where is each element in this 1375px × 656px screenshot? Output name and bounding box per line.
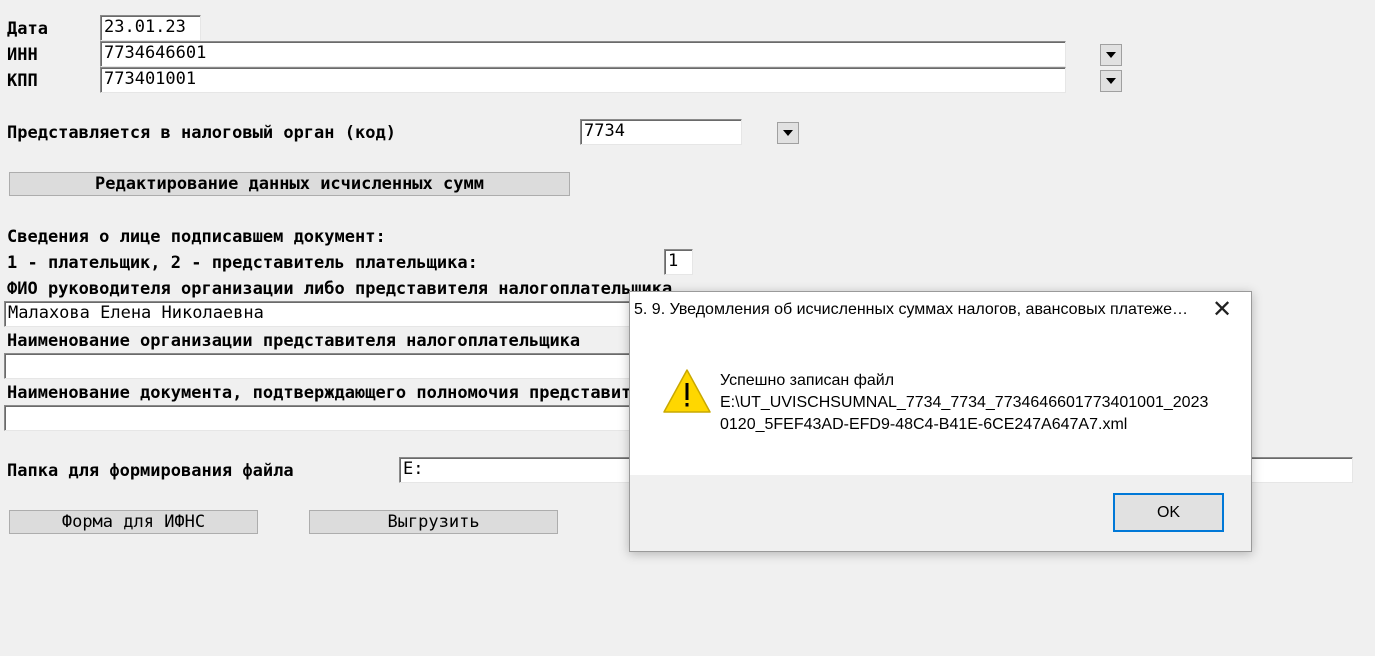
signer-type-input[interactable]: 1	[664, 249, 693, 275]
date-input[interactable]: 23.01.23	[100, 15, 201, 41]
signer-type-label: 1 - плательщик, 2 - представитель плател…	[7, 253, 478, 273]
kpp-label: КПП	[7, 71, 38, 91]
dialog-message: Успешно записан файл E:\UT_UVISCHSUMNAL_…	[720, 370, 1220, 436]
export-button[interactable]: Выгрузить	[309, 510, 558, 534]
dialog-message-line: E:\UT_UVISCHSUMNAL_7734_7734_77346466017…	[720, 394, 1209, 411]
date-label: Дата	[7, 19, 48, 39]
kpp-input[interactable]: 773401001	[100, 67, 1066, 93]
edit-sums-button[interactable]: Редактирование данных исчисленных сумм	[9, 172, 570, 196]
warning-icon	[663, 369, 711, 413]
doc-label: Наименование документа, подтверждающего …	[7, 383, 663, 403]
dialog-message-line: Успешно записан файл	[720, 372, 895, 389]
tax-org-input[interactable]: 7734	[580, 119, 742, 145]
chevron-down-icon	[783, 130, 793, 136]
rep-org-input[interactable]	[4, 353, 644, 379]
ifns-form-button[interactable]: Форма для ИФНС	[9, 510, 258, 534]
dialog-message-line: 0120_5FEF43AD-EFD9-48C4-B41E-6CE247A647A…	[720, 416, 1128, 433]
inn-input[interactable]: 7734646601	[100, 41, 1066, 67]
tax-org-label: Представляется в налоговый орган (код)	[7, 123, 396, 143]
ok-button[interactable]: OK	[1113, 493, 1224, 532]
inn-dropdown-button[interactable]	[1100, 44, 1122, 66]
chevron-down-icon	[1106, 52, 1116, 58]
chevron-down-icon	[1106, 78, 1116, 84]
inn-label: ИНН	[7, 45, 38, 65]
signer-heading: Сведения о лице подписавшем документ:	[7, 227, 386, 247]
dialog-title[interactable]: 5. 9. Уведомления об исчисленных суммах …	[634, 301, 1189, 319]
doc-input[interactable]	[4, 405, 644, 431]
rep-org-label: Наименование организации представителя н…	[7, 331, 581, 351]
message-dialog: 5. 9. Уведомления об исчисленных суммах …	[629, 291, 1252, 552]
fio-input[interactable]: Малахова Елена Николаевна	[4, 301, 644, 327]
tax-org-dropdown-button[interactable]	[777, 122, 799, 144]
fio-label: ФИО руководителя организации либо предст…	[7, 279, 673, 299]
folder-label: Папка для формирования файла	[7, 461, 294, 481]
kpp-dropdown-button[interactable]	[1100, 70, 1122, 92]
close-icon[interactable]: ✕	[1209, 298, 1235, 324]
